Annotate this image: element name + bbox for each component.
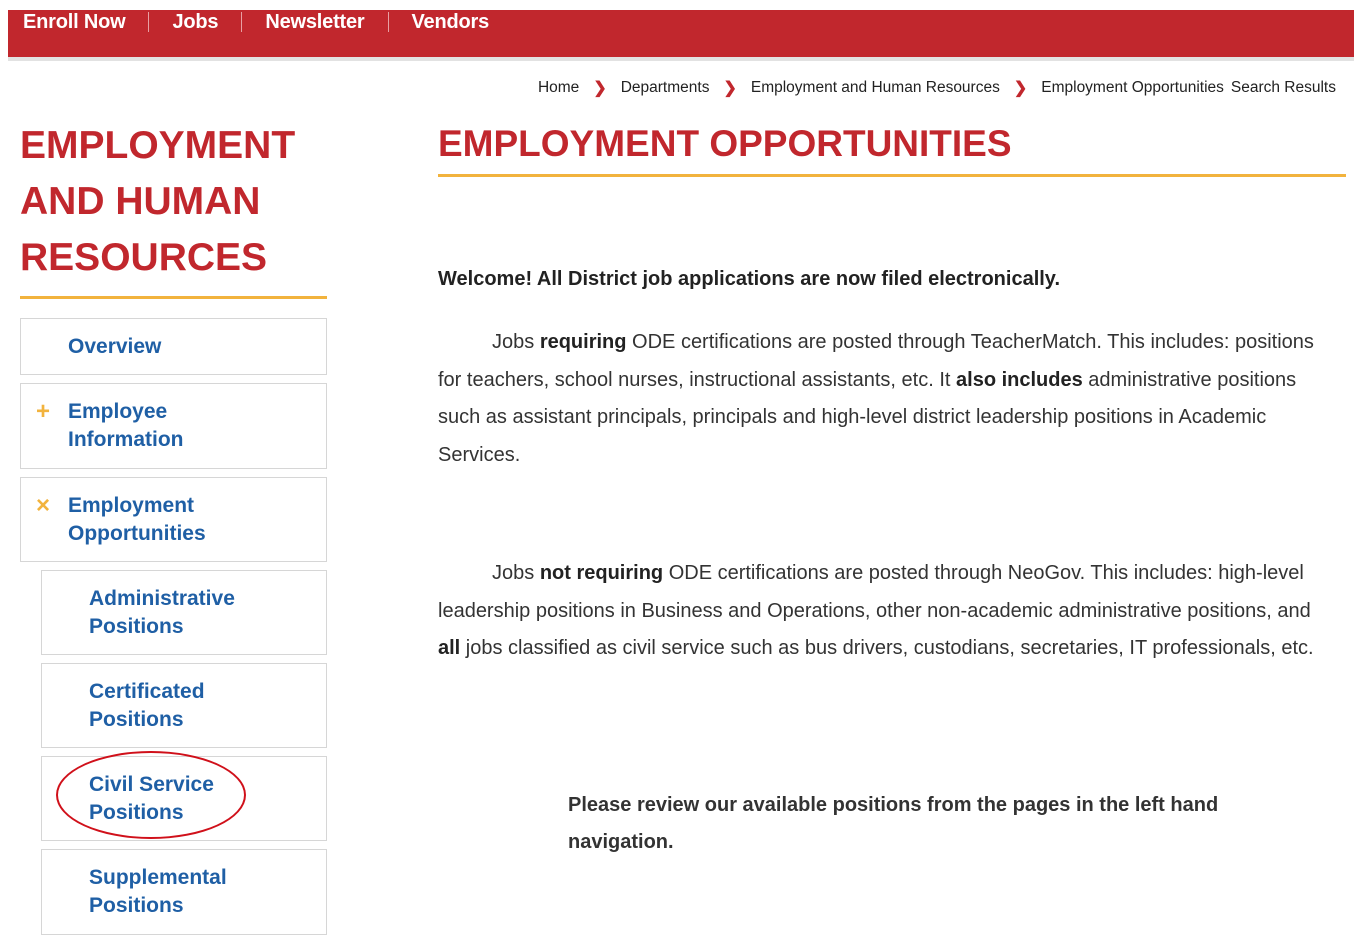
page-title: EMPLOYMENT OPPORTUNITIES — [438, 120, 1346, 177]
sidebar-subitem-certificated-positions[interactable]: Certificated Positions — [41, 663, 327, 748]
top-navigation-bar: Enroll Now Jobs Newsletter Vendors — [8, 10, 1354, 61]
chevron-right-icon: ❯ — [593, 80, 607, 97]
close-icon[interactable]: × — [36, 492, 50, 520]
sidebar-item-employee-information[interactable]: + Employee Information — [20, 383, 327, 469]
breadcrumb-departments[interactable]: Departments — [621, 79, 710, 97]
top-nav-jobs[interactable]: Jobs — [172, 10, 218, 34]
sidebar-item-label: Administrative Positions — [89, 587, 235, 638]
sidebar-item-label: Certificated Positions — [89, 680, 205, 731]
sidebar-item-label: Supplemental Positions — [89, 866, 227, 917]
welcome-text: Welcome! All District job applications a… — [438, 268, 1061, 290]
top-nav: Enroll Now Jobs Newsletter Vendors — [8, 10, 1354, 34]
plus-icon[interactable]: + — [36, 398, 50, 426]
chevron-right-icon: ❯ — [1013, 80, 1028, 97]
sidebar-item-overview[interactable]: Overview — [20, 318, 327, 375]
sidebar-title-line: EMPLOYMENT — [20, 124, 296, 167]
top-nav-enroll-now[interactable]: Enroll Now — [23, 10, 126, 34]
sidebar-item-label: Employment Opportunities — [68, 494, 206, 545]
nav-divider — [387, 12, 389, 32]
sidebar-subitem-administrative-positions[interactable]: Administrative Positions — [41, 570, 327, 655]
sidebar-subitem-civil-service-positions[interactable]: Civil Service Positions — [41, 756, 327, 841]
sidebar-title-line: RESOURCES — [20, 236, 268, 279]
breadcrumb: Home ❯ Departments ❯ Employment and Huma… — [538, 78, 1336, 98]
nav-divider — [241, 12, 243, 32]
sidebar-title-line: AND HUMAN — [20, 180, 261, 223]
paragraph-neogov: Jobs not requiring ODE certifications ar… — [438, 562, 1314, 659]
sidebar-item-label: Civil Service Positions — [89, 773, 214, 824]
chevron-right-icon: ❯ — [723, 80, 737, 97]
breadcrumb-search-results: Search Results — [1230, 79, 1336, 96]
sidebar-item-label: Employee Information — [68, 400, 184, 451]
top-nav-newsletter[interactable]: Newsletter — [265, 10, 364, 34]
navigation-note: Please review our available positions fr… — [568, 794, 1219, 853]
breadcrumb-employment-opportunities[interactable]: Employment Opportunities — [1041, 79, 1224, 97]
breadcrumb-employment-hr[interactable]: Employment and Human Resources — [751, 79, 1000, 97]
breadcrumb-home[interactable]: Home — [538, 79, 579, 97]
top-nav-vendors[interactable]: Vendors — [412, 10, 490, 34]
nav-divider — [148, 12, 150, 32]
sidebar-title: EMPLOYMENT AND HUMAN RESOURCES — [20, 118, 327, 299]
sidebar-item-employment-opportunities[interactable]: × Employment Opportunities — [20, 477, 327, 562]
sidebar-item-label: Overview — [68, 335, 162, 358]
paragraph-teachermatch: Jobs requiring ODE certifications are po… — [438, 331, 1314, 466]
sidebar-subitem-supplemental-positions[interactable]: Supplemental Positions — [41, 849, 327, 935]
